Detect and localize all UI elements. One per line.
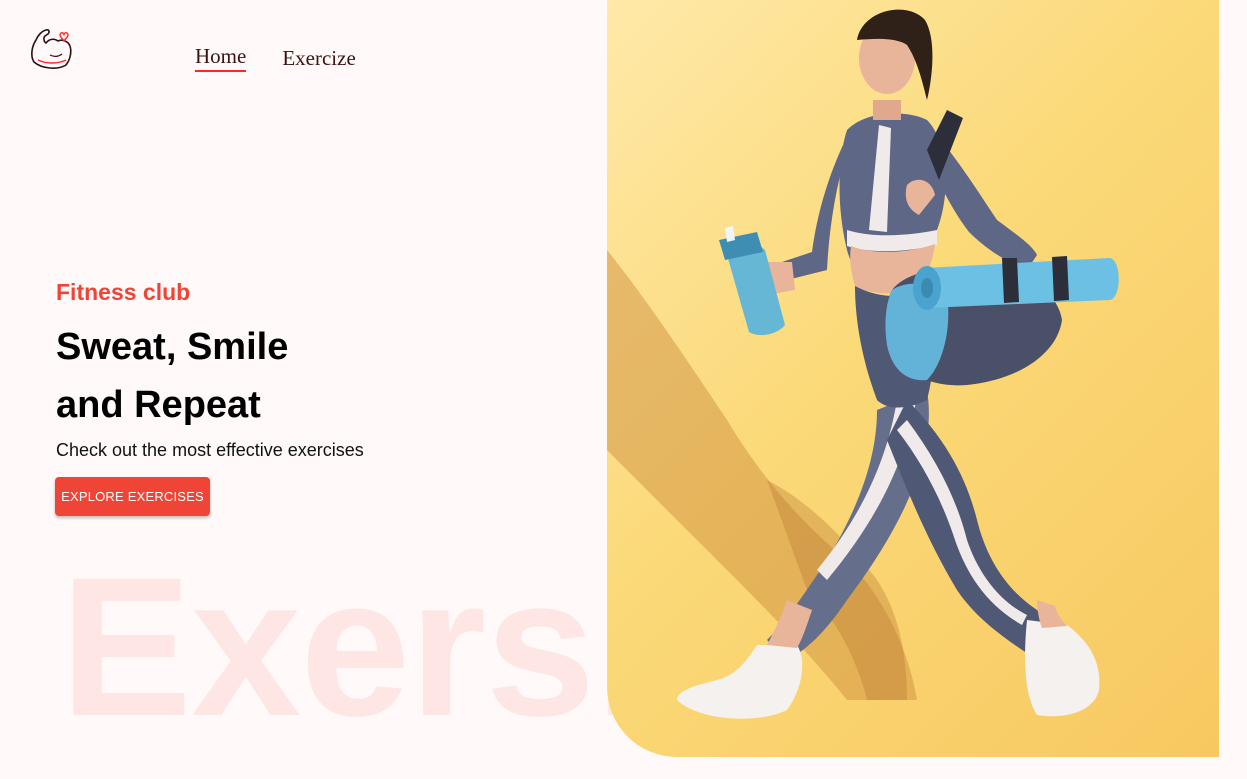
hero-headline: Sweat, Smile and Repeat (56, 318, 364, 434)
explore-exercises-button[interactable]: EXPLORE EXERCISES (55, 477, 210, 516)
logo[interactable] (28, 26, 74, 72)
hero-banner-image (607, 0, 1219, 757)
hero-headline-line2: and Repeat (56, 384, 261, 426)
nav-exercise-link[interactable]: Exercize (282, 46, 355, 72)
main-nav: Home Exercize (195, 44, 356, 72)
flexed-arm-heart-icon (31, 29, 72, 69)
hero-kicker: Fitness club (56, 279, 191, 305)
fitness-woman-illustration (607, 9, 1119, 719)
hero-headline-line1: Sweat, Smile (56, 326, 289, 368)
hero-subtitle: Check out the most effective exercises (56, 440, 364, 460)
hero-text-block: Fitness club Sweat, Smile and Repeat Che… (56, 279, 364, 461)
nav-home-link[interactable]: Home (195, 44, 247, 72)
